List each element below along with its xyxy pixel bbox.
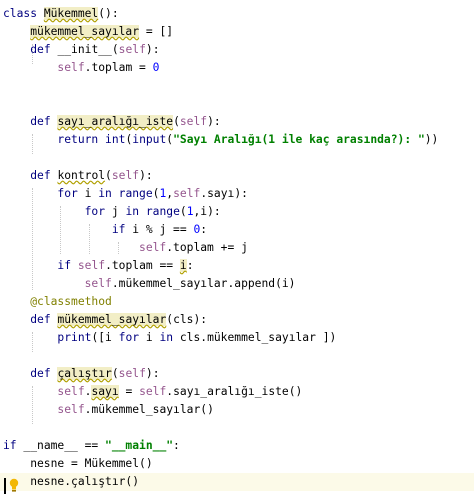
- code-line[interactable]: self.toplam = 0: [0, 59, 474, 77]
- code-line[interactable]: if __name__ == "__main__":: [0, 437, 474, 455]
- code-line[interactable]: class Mükemmel():: [0, 5, 474, 23]
- code-editor[interactable]: class Mükemmel(): mükemmel_sayılar = [] …: [0, 0, 474, 503]
- code-line-current[interactable]: nesne.çalıştır(): [0, 473, 474, 491]
- code-line[interactable]: def __init__(self):: [0, 41, 474, 59]
- code-line[interactable]: nesne = Mükemmel(): [0, 455, 474, 473]
- text-caret: [4, 478, 6, 494]
- lightbulb-icon[interactable]: [9, 478, 19, 492]
- code-line[interactable]: self.mükemmel_sayılar(): [0, 401, 474, 419]
- code-line[interactable]: def sayı_aralığı_iste(self):: [0, 113, 474, 131]
- code-line[interactable]: if i % j == 0:: [0, 221, 474, 239]
- code-line[interactable]: @classmethod: [0, 293, 474, 311]
- code-line[interactable]: def kontrol(self):: [0, 167, 474, 185]
- code-line[interactable]: for i in range(1,self.sayı):: [0, 185, 474, 203]
- code-line[interactable]: self.toplam += j: [0, 239, 474, 257]
- code-line[interactable]: self.mükemmel_sayılar.append(i): [0, 275, 474, 293]
- code-line[interactable]: self.sayı = self.sayı_aralığı_iste(): [0, 383, 474, 401]
- code-line[interactable]: def mükemmel_sayılar(cls):: [0, 311, 474, 329]
- code-line[interactable]: if self.toplam == i:: [0, 257, 474, 275]
- code-line[interactable]: print([i for i in cls.mükemmel_sayılar ]…: [0, 329, 474, 347]
- code-line[interactable]: for j in range(1,i):: [0, 203, 474, 221]
- code-line[interactable]: return int(input("Sayı Aralığı(1 ile kaç…: [0, 131, 474, 149]
- code-line[interactable]: mükemmel_sayılar = []: [0, 23, 474, 41]
- code-line[interactable]: def çalıştır(self):: [0, 365, 474, 383]
